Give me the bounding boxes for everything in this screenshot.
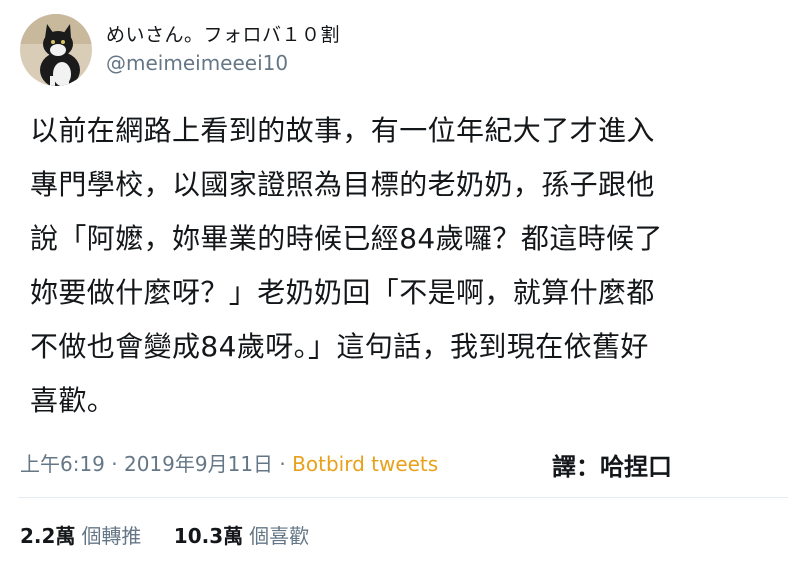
likes-label: 個喜歡 bbox=[249, 524, 310, 548]
meta-separator: · bbox=[273, 452, 293, 476]
user-handle[interactable]: @meimeimeeei10 bbox=[106, 51, 288, 75]
divider bbox=[18, 497, 788, 498]
retweets-stat[interactable]: 2.2萬 個轉推 bbox=[20, 520, 141, 549]
user-display-name[interactable]: めいさん。フォロバ１０割 bbox=[106, 20, 340, 47]
tweet-line: 喜歡。 bbox=[30, 384, 116, 417]
tweet-meta: 上午6:19 · 2019年9月11日 · Botbird tweets bbox=[20, 448, 438, 477]
retweets-count: 2.2萬 bbox=[20, 524, 76, 548]
tweet-line: 說「阿嬤，妳畢業的時候已經84歲囉？都這時候了 bbox=[30, 222, 663, 255]
tweet-source-link[interactable]: Botbird tweets bbox=[292, 452, 438, 476]
likes-stat[interactable]: 10.3萬 個喜歡 bbox=[174, 520, 309, 549]
retweets-label: 個轉推 bbox=[81, 524, 142, 548]
tweet-timestamp[interactable]: 上午6:19 · 2019年9月11日 bbox=[20, 452, 273, 476]
tweet-line: 專門學校，以國家證照為目標的老奶奶，孫子跟他 bbox=[30, 168, 655, 201]
tweet-stats: 2.2萬 個轉推 10.3萬 個喜歡 bbox=[20, 520, 335, 549]
user-avatar[interactable] bbox=[20, 14, 92, 86]
tweet-text: 以前在網路上看到的故事，有一位年紀大了才進入 專門學校，以國家證照為目標的老奶奶… bbox=[30, 104, 750, 428]
tweet-line: 妳要做什麼呀？」老奶奶回「不是啊，就算什麼都 bbox=[30, 276, 655, 309]
cat-avatar-icon bbox=[20, 14, 92, 86]
translator-credit: 譯：哈捏口 bbox=[552, 453, 672, 481]
tweet-line: 不做也會變成84歲呀。」這句話，我到現在依舊好 bbox=[30, 330, 649, 363]
tweet-line: 以前在網路上看到的故事，有一位年紀大了才進入 bbox=[30, 114, 655, 147]
likes-count: 10.3萬 bbox=[173, 524, 244, 548]
